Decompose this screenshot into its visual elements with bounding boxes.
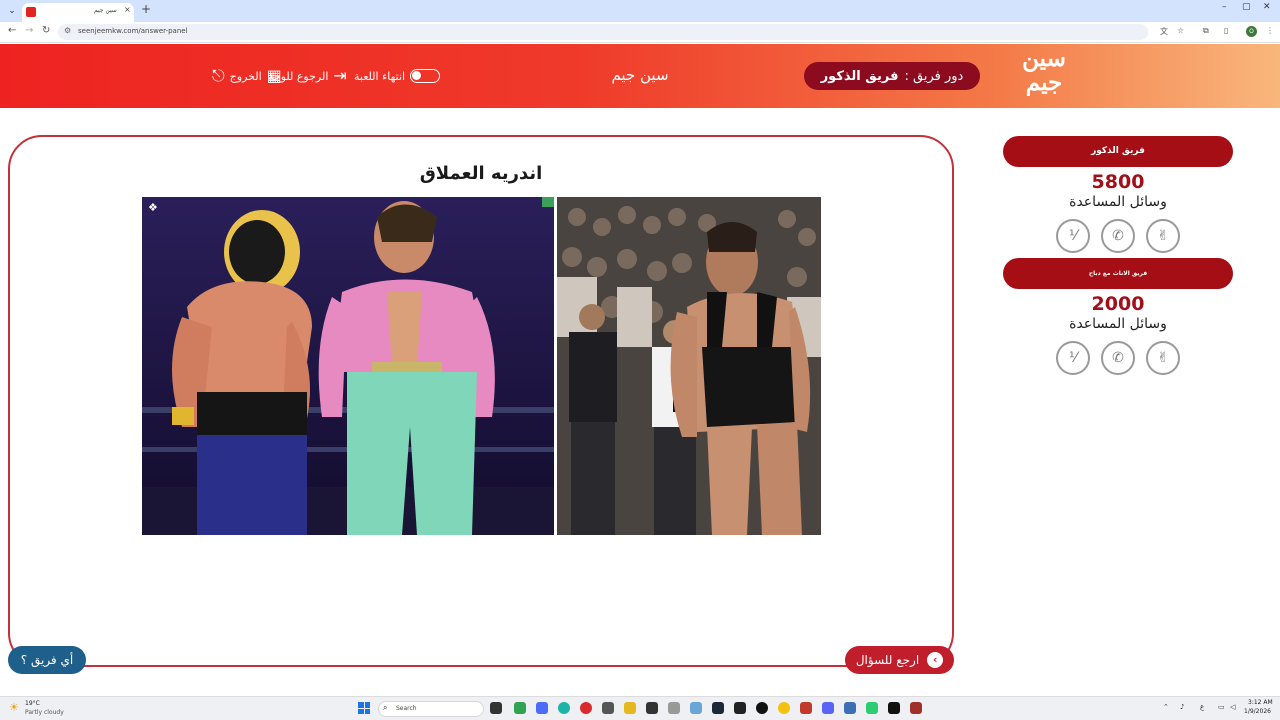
network-icon[interactable]: ▭ xyxy=(1218,703,1225,711)
phone-aid-icon[interactable]: ✆ xyxy=(1101,341,1135,375)
end-game-toggle[interactable] xyxy=(410,69,441,83)
back-to-question-label: ارجع للسؤال xyxy=(855,653,920,667)
site-info-icon[interactable]: ⚙ xyxy=(64,26,71,35)
chrome-icon[interactable] xyxy=(778,702,790,714)
microphone-icon[interactable]: ♪ xyxy=(1180,703,1184,711)
app-icon[interactable] xyxy=(844,702,856,714)
turn-team-name: فريق الذكور xyxy=(820,68,899,84)
which-team-button[interactable]: أي فريق ؟ xyxy=(8,646,86,674)
answer-title: اندريه العملاق xyxy=(419,163,543,184)
minimize-button[interactable]: – xyxy=(1222,2,1227,12)
app-icon[interactable] xyxy=(690,702,702,714)
browser-tabstrip: ⌄ سين جيم × + – ▢ ✕ xyxy=(0,0,1280,22)
discord-icon[interactable] xyxy=(822,702,834,714)
extensions-icon[interactable]: ⧉ xyxy=(1203,26,1209,36)
which-team-label: أي فريق ؟ xyxy=(20,653,74,667)
maximize-button[interactable]: ▢ xyxy=(1242,2,1251,12)
peace-hand-aid-icon[interactable]: ✌ xyxy=(1146,219,1180,253)
sidepanel-icon[interactable]: ▯ xyxy=(1224,26,1228,35)
opera-icon[interactable] xyxy=(580,702,592,714)
partly-cloudy-icon[interactable]: ☀ xyxy=(9,701,19,714)
taskbar-search[interactable]: ⌕ Search xyxy=(378,701,484,717)
close-window-button[interactable]: ✕ xyxy=(1263,2,1271,12)
start-button[interactable] xyxy=(358,702,370,714)
end-game-control[interactable]: انتهاء اللعبة xyxy=(354,64,441,88)
bookmark-star-icon[interactable]: ☆ xyxy=(1177,26,1184,35)
app-icon[interactable] xyxy=(800,702,812,714)
two-answers-aid-icon[interactable]: ⅟ xyxy=(1056,219,1090,253)
address-bar[interactable]: ⚙ seenjeemkw.com/answer-panel xyxy=(58,24,1148,40)
clock-time[interactable]: 3:12 AM xyxy=(1248,699,1273,706)
reload-icon[interactable]: ↻ xyxy=(42,25,50,36)
answer-image-cartoon: ❖ xyxy=(142,197,554,535)
steam-icon[interactable] xyxy=(712,702,724,714)
browser-toolbar: ← → ↻ ⚙ seenjeemkw.com/answer-panel 文 ☆ … xyxy=(0,22,1280,43)
search-icon: ⌕ xyxy=(383,703,388,712)
site-logo[interactable]: سين جيم xyxy=(1012,47,1076,105)
app-icon[interactable] xyxy=(602,702,614,714)
back-arrow-icon[interactable]: ← xyxy=(8,25,16,36)
tab-title: سين جيم xyxy=(94,7,117,14)
task-view-icon[interactable] xyxy=(490,702,502,714)
app-icon[interactable] xyxy=(646,702,658,714)
team-card: فريق الذكور 5800 وسائل المساعدة ⅟ ✆ ✌ xyxy=(1003,136,1233,253)
team-name: فريق الذكور xyxy=(1003,136,1233,167)
peace-hand-aid-icon[interactable]: ✌ xyxy=(1146,341,1180,375)
tab-search-icon[interactable]: ⌄ xyxy=(4,3,20,19)
team-name: فريق الاناث مع دباح xyxy=(1003,258,1233,289)
app-icon[interactable] xyxy=(668,702,680,714)
answer-image-photo xyxy=(557,197,821,535)
exit-door-icon: ⎋ xyxy=(212,66,225,85)
back-to-question-button[interactable]: › ارجع للسؤال xyxy=(845,646,954,674)
tab-close-icon[interactable]: × xyxy=(124,5,131,14)
url-text[interactable]: seenjeemkw.com/answer-panel xyxy=(78,27,188,35)
aids-label: وسائل المساعدة xyxy=(1069,194,1167,210)
svg-text:❖: ❖ xyxy=(148,201,158,214)
exit-label: الخروج xyxy=(229,69,262,83)
site-name: سين جيم xyxy=(611,66,669,84)
two-answers-aid-icon[interactable]: ⅟ xyxy=(1056,341,1090,375)
aids-row: ⅟ ✆ ✌ xyxy=(1003,341,1233,375)
folder-icon[interactable] xyxy=(624,702,636,714)
language-icon[interactable]: ع xyxy=(1200,703,1204,711)
clock-date[interactable]: 1/9/2026 xyxy=(1244,708,1271,715)
site-header: سين جيم دور فريق : فريق الذكور سين جيم ا… xyxy=(0,44,1280,108)
volume-icon[interactable]: ◁ xyxy=(1230,703,1235,711)
aids-row: ⅟ ✆ ✌ xyxy=(1003,219,1233,253)
app-icon[interactable] xyxy=(910,702,922,714)
files-icon[interactable] xyxy=(536,702,548,714)
weather-desc[interactable]: Partly cloudy xyxy=(25,709,64,716)
new-tab-button[interactable]: + xyxy=(141,2,151,16)
end-game-label: انتهاء اللعبة xyxy=(354,69,406,83)
translate-icon[interactable]: 文 xyxy=(1160,26,1168,37)
aids-label: وسائل المساعدة xyxy=(1069,316,1167,332)
site-favicon-icon xyxy=(26,7,36,17)
app-icon[interactable] xyxy=(734,702,746,714)
answer-panel: اندريه العملاق ❖ xyxy=(8,135,954,667)
team-card: فريق الاناث مع دباح 2000 وسائل المساعدة … xyxy=(1003,258,1233,375)
app-icon[interactable] xyxy=(888,702,900,714)
grid-icon: ▦ xyxy=(266,66,282,85)
windows-taskbar: ☀ 19°C Partly cloudy ⌕ Search ⌃ ♪ ع ▭ ◁ … xyxy=(0,696,1280,720)
weather-temp[interactable]: 19°C xyxy=(25,700,40,707)
taskbar-search-placeholder: Search xyxy=(396,705,417,712)
phone-aid-icon[interactable]: ✆ xyxy=(1101,219,1135,253)
app-icon[interactable] xyxy=(756,702,768,714)
app-icon[interactable] xyxy=(866,702,878,714)
current-turn-badge: دور فريق : فريق الذكور xyxy=(804,62,980,90)
team-score: 5800 xyxy=(1091,171,1145,193)
arrow-into-bar-icon: ⇥ xyxy=(333,66,347,85)
exit-button[interactable]: ▦ الخروج ⎋ xyxy=(212,64,282,88)
turn-label: دور فريق : xyxy=(904,68,964,84)
tray-chevron-icon[interactable]: ⌃ xyxy=(1163,703,1169,711)
forward-arrow-icon[interactable]: → xyxy=(25,25,33,36)
team-score: 2000 xyxy=(1091,293,1145,315)
edge-icon[interactable] xyxy=(558,702,570,714)
chevron-right-icon: › xyxy=(927,652,944,668)
profile-avatar[interactable]: O xyxy=(1246,26,1257,37)
browser-tab[interactable]: سين جيم × xyxy=(22,3,134,22)
app-icon[interactable] xyxy=(514,702,526,714)
browser-menu-icon[interactable]: ⋮ xyxy=(1266,26,1274,35)
